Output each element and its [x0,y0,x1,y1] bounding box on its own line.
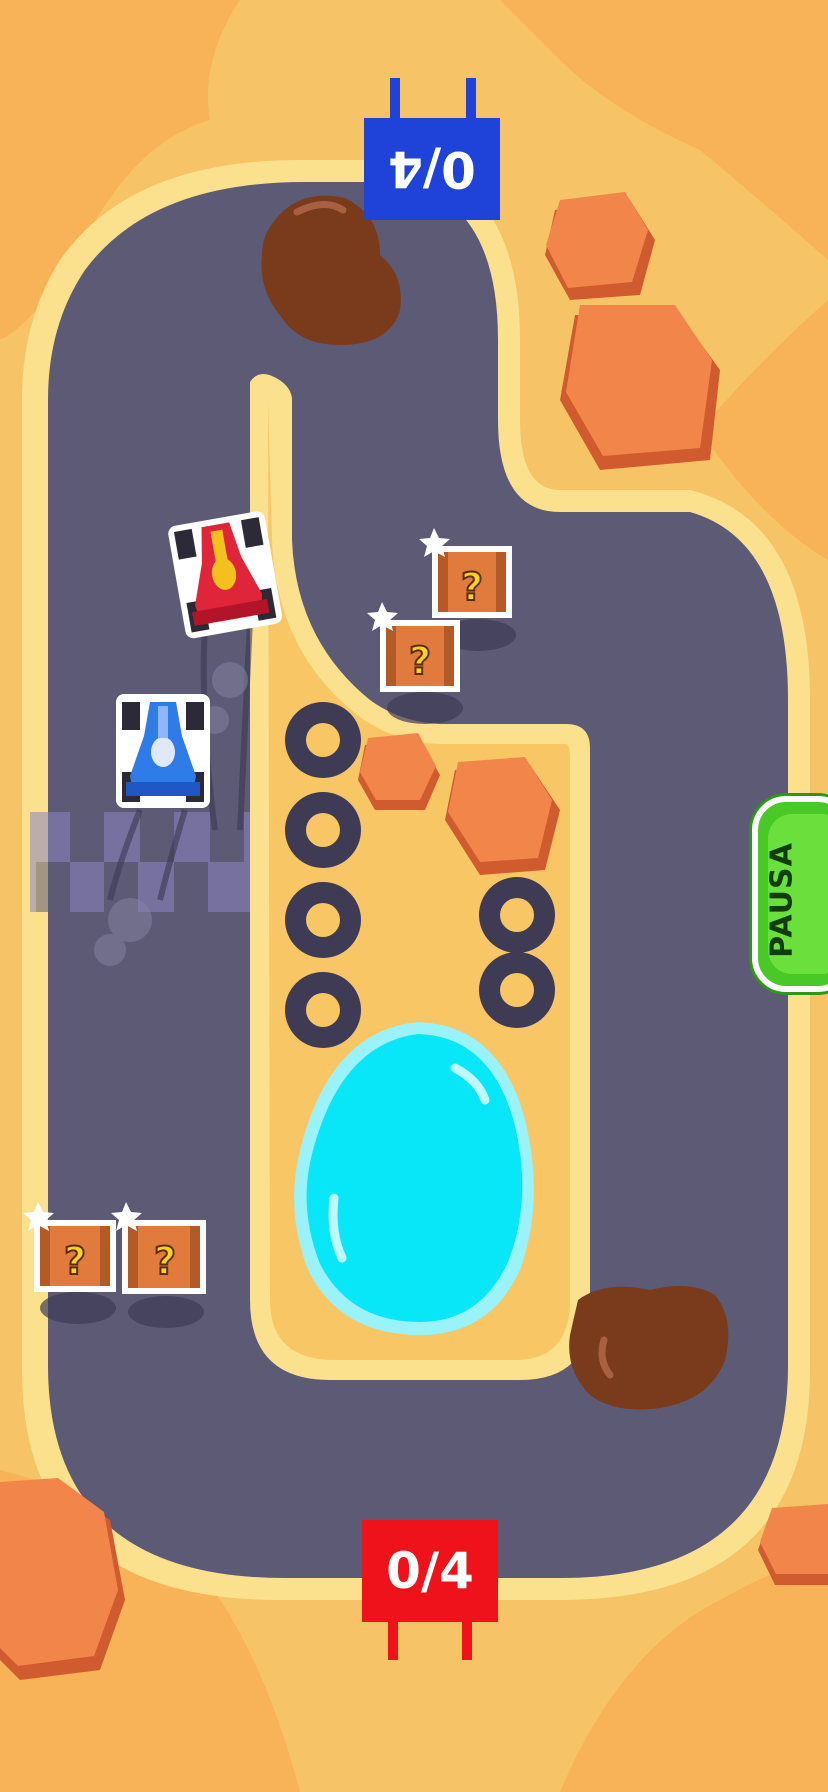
svg-text:?: ? [409,639,431,683]
race-car-icon [116,694,210,808]
svg-text:?: ? [154,1239,176,1283]
red-score-text: 0/4 [386,1542,474,1600]
svg-text:?: ? [461,565,483,609]
blue-team-score-sign: 0/4 [364,118,500,220]
game-stage: ? ? ? ? 0/4 0/4 PAUSA [0,0,828,1792]
red-team-score-sign: 0/4 [362,1520,498,1622]
pause-button-label: PAUSA [764,842,800,958]
blue-score-text: 0/4 [388,140,476,198]
svg-text:?: ? [64,1239,86,1283]
race-car-icon [168,511,283,639]
pause-button[interactable]: PAUSA [752,796,828,992]
